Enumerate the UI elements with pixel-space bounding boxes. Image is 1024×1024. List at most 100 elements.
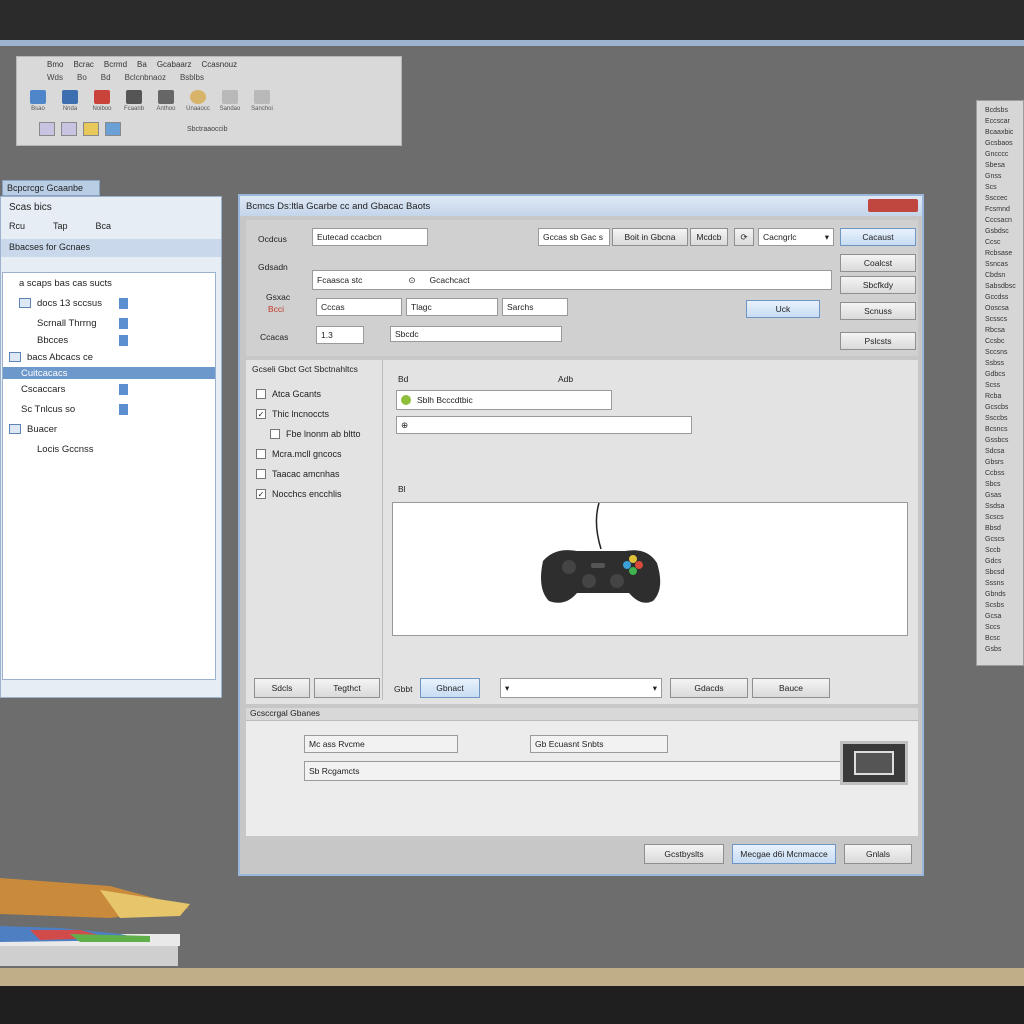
ribbon-subtab[interactable]: Bo — [77, 73, 87, 82]
dialog-button[interactable]: Gcstbyslts — [644, 844, 724, 864]
document-line: Gcsbaos — [985, 140, 1013, 147]
table-tool[interactable]: Bsao — [25, 87, 51, 115]
secondary-input[interactable]: Fcaasca stc ⊙ Gcachcact — [312, 270, 832, 290]
checkbox-checked[interactable]: ✓ — [256, 409, 266, 419]
explorer-tree: a scaps bas cas sucts docs 13 sccsus Scr… — [2, 272, 216, 680]
option-row[interactable]: ✓ Thic lncnoccts — [256, 404, 386, 424]
checkbox[interactable] — [256, 449, 266, 459]
ribbon-subtab[interactable]: Bsblbs — [180, 73, 204, 82]
number-input[interactable]: 1.3 — [316, 326, 364, 344]
document-line: Sbcsd — [985, 569, 1005, 576]
small-input[interactable]: Tlagc — [406, 298, 498, 316]
tree-item[interactable]: Bbcces — [3, 333, 215, 347]
document-line: Gnss — [985, 173, 1002, 180]
category-field[interactable]: Mc ass Rvcme — [304, 735, 458, 753]
tab-field[interactable]: Gccas sb Gac s — [538, 228, 610, 246]
ribbon-tab[interactable]: Bcrac — [73, 60, 93, 69]
format-select[interactable]: ▾ ▾ — [500, 678, 662, 698]
side-button[interactable]: Scnuss — [840, 302, 916, 320]
brush-tool[interactable]: Fcaanb — [121, 87, 147, 115]
content-footer: Sdcls Tegthct Gbbt Gbnact ▾ ▾ Gdacds Bau… — [246, 674, 918, 704]
doc-icon — [119, 334, 128, 346]
chevron-down-icon: ▾ — [652, 682, 657, 693]
ribbon-tab[interactable]: Bcrmd — [104, 60, 127, 69]
option-row[interactable]: Fbe lnonm ab bltto — [256, 424, 386, 444]
path-input[interactable]: ⊕ — [396, 416, 692, 434]
checkbox-checked[interactable]: ✓ — [256, 489, 266, 499]
footer-button[interactable]: Gdacds — [670, 678, 748, 698]
status-input[interactable]: Sbcdc — [390, 326, 562, 342]
category-field[interactable]: Gb Ecuasnt Snbts — [530, 735, 668, 753]
tab-button[interactable]: Boit in Gbcna — [612, 228, 688, 246]
dialog-titlebar[interactable]: Bcmcs Ds:ltla Gcarbe cc and Gbacac Baots — [240, 196, 922, 216]
ribbon-subtab[interactable]: Wds — [47, 73, 63, 82]
tree-item[interactable]: docs 13 sccsus — [3, 293, 215, 313]
primary-button[interactable]: Gbnact — [420, 678, 480, 698]
menu-item[interactable]: Bca — [96, 221, 112, 237]
chart-tool[interactable]: Noiboo — [89, 87, 115, 115]
primary-input[interactable]: Eutecad ccacbcn — [312, 228, 428, 246]
document-line: Ssncas — [985, 261, 1008, 268]
document-line: Sssns — [985, 580, 1005, 587]
tab-button[interactable]: Mcdcb — [690, 228, 728, 246]
option-row[interactable]: Taacac amcnhas — [256, 464, 386, 484]
search-field[interactable]: Sblh Bcccdtbic — [396, 390, 612, 410]
checkbox[interactable] — [270, 429, 280, 439]
tree-item[interactable]: Cscaccars — [3, 379, 215, 399]
style-swatch-icon[interactable] — [39, 122, 55, 136]
option-row[interactable]: Mcra.mcll gncocs — [256, 444, 386, 464]
folder-icon — [9, 424, 21, 434]
tree-item[interactable]: Sc Tnlcus so — [3, 399, 215, 419]
document-line: Ssccec — [985, 195, 1008, 202]
ribbon-subtab[interactable]: Bclcnbnaoz — [125, 73, 166, 82]
small-input[interactable]: Sarchs — [502, 298, 568, 316]
tree-item-label: Locis Gccnss — [37, 443, 94, 455]
ok-button[interactable]: Uck — [746, 300, 820, 318]
side-button[interactable]: Sbcfkdy — [840, 276, 916, 294]
ribbon-tools: Bsao Nnda Noiboo Fcaanb Anthoo Unaaocc S… — [17, 83, 401, 119]
ribbon-toolbar: Bmo Bcrac Bcrmd Ba Gcabaarz Ccasnouz Wds… — [16, 56, 402, 146]
option-row[interactable]: Atca Gcants — [256, 384, 386, 404]
ribbon-tab[interactable]: Ccasnouz — [202, 60, 238, 69]
ribbon-tab[interactable]: Gcabaarz — [157, 60, 192, 69]
search-tool[interactable]: Sanchoi — [249, 87, 275, 115]
ribbon-tab[interactable]: Ba — [137, 60, 147, 69]
pen-tool[interactable]: Anthoo — [153, 87, 179, 115]
tree-item[interactable]: Locis Gccnss — [3, 439, 215, 459]
checkbox[interactable] — [256, 469, 266, 479]
refresh-icon[interactable]: ⟳ — [734, 228, 754, 246]
side-button[interactable]: Pslcsts — [840, 332, 916, 350]
footer-button[interactable]: Tegthct — [314, 678, 380, 698]
checkbox[interactable] — [256, 389, 266, 399]
dialog-default-button[interactable]: Mecgae d6i Mcnmacce — [732, 844, 836, 864]
field-label: Gdsadn — [258, 262, 288, 272]
picture-icon[interactable] — [105, 122, 121, 136]
category-field[interactable]: Sb Rcgamcts — [304, 761, 908, 781]
menu-item[interactable]: Rcu — [9, 221, 25, 237]
image-tool[interactable]: Nnda — [57, 87, 83, 115]
menu-item[interactable]: Tap — [53, 221, 68, 237]
side-button[interactable]: Coalcst — [840, 254, 916, 272]
format-painter-icon[interactable] — [83, 122, 99, 136]
dictate-tool[interactable]: Sandao — [217, 87, 243, 115]
tree-item[interactable]: bacs Abcacs ce — [3, 347, 215, 367]
side-button[interactable]: Cacaust — [840, 228, 916, 246]
tree-item[interactable]: Buacer — [3, 419, 215, 439]
footer-button[interactable]: Sdcls — [254, 678, 310, 698]
small-input[interactable]: Cccas — [316, 298, 402, 316]
close-button[interactable] — [868, 199, 918, 212]
explorer-caption: Bcpcrcgc Gcaanbe — [2, 180, 100, 196]
tree-item[interactable]: a scaps bas cas sucts — [3, 273, 215, 293]
shape-tool[interactable]: Unaaocc — [185, 87, 211, 115]
column-label: Bd — [398, 374, 409, 384]
ribbon-subtab[interactable]: Bd — [101, 73, 111, 82]
category-dropdown[interactable]: Cacngrlc ▾ — [758, 228, 834, 246]
dialog-button[interactable]: Gnlals — [844, 844, 912, 864]
footer-button[interactable]: Bauce — [752, 678, 830, 698]
ribbon-tab[interactable]: Bmo — [47, 60, 63, 69]
tree-item[interactable]: Scrnall Thrrng — [3, 313, 215, 333]
ribbon-bottom-label: Sbctraaoccib — [187, 125, 228, 133]
style-swatch-icon[interactable] — [61, 122, 77, 136]
tree-item-selected[interactable]: Cuitcacacs — [3, 367, 215, 379]
option-row[interactable]: ✓ Nocchcs encchlis — [256, 484, 386, 504]
